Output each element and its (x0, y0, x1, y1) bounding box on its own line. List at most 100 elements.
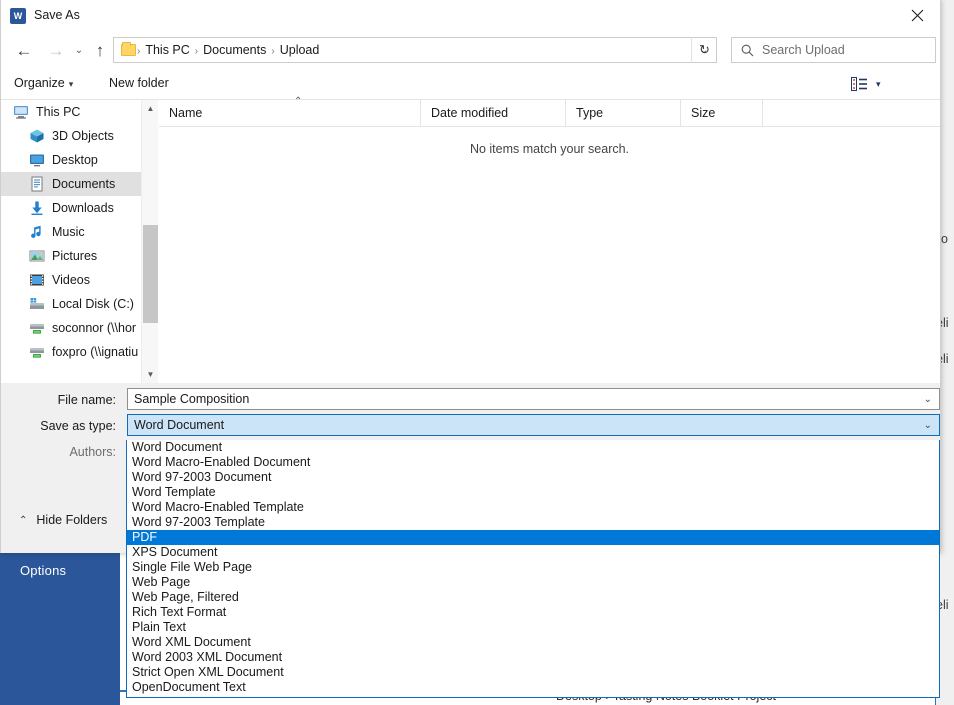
sidebar-item-label: foxpro (\\ignatiu (52, 345, 138, 359)
back-arrow-icon: ← (16, 42, 33, 59)
sidebar-item-label: Music (52, 225, 85, 239)
column-header-name[interactable]: Name ⌃ (159, 100, 421, 126)
navigation-pane-scrollbar[interactable]: ▲ ▼ (141, 100, 158, 383)
3d-objects-icon (29, 128, 45, 144)
organize-label: Organize (14, 76, 65, 90)
chevron-down-icon[interactable]: ⌄ (924, 394, 932, 405)
up-button[interactable]: ↑ (85, 34, 115, 66)
file-name-input[interactable]: Sample Composition ⌄ (127, 388, 940, 410)
sidebar-item-soconnor-hor[interactable]: soconnor (\\hor (1, 316, 141, 340)
view-options-button[interactable]: ▾ (851, 77, 881, 91)
chevron-down-icon: ▾ (69, 79, 74, 89)
sidebar-item-label: soconnor (\\hor (52, 321, 136, 335)
dropdown-option[interactable]: Word Macro-Enabled Document (127, 455, 939, 470)
search-icon (741, 44, 754, 57)
network-drive-icon (29, 344, 45, 360)
sidebar-item-label: Downloads (52, 201, 114, 215)
dropdown-option[interactable]: Word 2003 XML Document (127, 650, 939, 665)
dropdown-option[interactable]: XPS Document (127, 545, 939, 560)
music-icon (29, 224, 45, 240)
sidebar-item-videos[interactable]: Videos (1, 268, 141, 292)
dropdown-option[interactable]: Word Macro-Enabled Template (127, 500, 939, 515)
empty-list-message: No items match your search. (159, 142, 940, 156)
sidebar-item-3d-objects[interactable]: 3D Objects (1, 124, 141, 148)
column-header-date-modified[interactable]: Date modified (421, 100, 566, 126)
word-app-icon: W (10, 8, 26, 24)
forward-arrow-icon: → (48, 42, 65, 59)
dialog-title: Save As (34, 8, 80, 22)
refresh-icon: ↻ (699, 42, 710, 58)
save-as-type-dropdown-list[interactable]: Word DocumentWord Macro-Enabled Document… (126, 440, 940, 698)
downloads-icon (29, 200, 45, 216)
breadcrumb-item[interactable]: This PC (141, 43, 193, 57)
file-list-pane: Name ⌃ Date modified Type Size No items … (159, 100, 940, 383)
breadcrumb-item[interactable]: Documents (199, 43, 270, 57)
sidebar-item-label: This PC (36, 105, 80, 119)
desktop-icon (29, 152, 45, 168)
dropdown-option[interactable]: Word Template (127, 485, 939, 500)
dropdown-option[interactable]: Strict Open XML Document (127, 665, 939, 680)
background-text-fragment: o (941, 232, 948, 246)
dropdown-option[interactable]: Rich Text Format (127, 605, 939, 620)
navigation-pane: This PC 3D Objects Desktop Documents Downloa… (1, 100, 141, 383)
dialog-body: This PC 3D Objects Desktop Documents Downloa… (1, 100, 940, 383)
sidebar-item-downloads[interactable]: Downloads (1, 196, 141, 220)
dropdown-option[interactable]: OpenDocument Text (127, 680, 939, 695)
scroll-up-button[interactable]: ▲ (142, 100, 159, 117)
backstage-options-item[interactable]: Options (20, 563, 66, 578)
dropdown-option[interactable]: Plain Text (127, 620, 939, 635)
sidebar-item-pictures[interactable]: Pictures (1, 244, 141, 268)
sidebar-item-label: Documents (52, 177, 115, 191)
scrollbar-thumb[interactable] (143, 225, 158, 323)
search-placeholder: Search Upload (762, 43, 845, 57)
dropdown-option[interactable]: Word 97-2003 Template (127, 515, 939, 530)
sidebar-item-this-pc[interactable]: This PC (1, 100, 141, 124)
chevron-down-icon[interactable]: ⌄ (924, 420, 932, 431)
sidebar-item-label: Desktop (52, 153, 98, 167)
breadcrumb-item[interactable]: Upload (276, 43, 324, 57)
breadcrumb-separator: › (270, 46, 275, 57)
pictures-icon (29, 248, 45, 264)
navigation-bar: ← → ⌄ ↑ ›This PC›Documents›Upload ⌄ ↻ Se… (1, 32, 940, 70)
breadcrumb: ›This PC›Documents›Upload (136, 43, 323, 57)
close-icon (911, 9, 924, 22)
chevron-up-icon: ⌃ (19, 515, 27, 526)
view-layout-icon (851, 77, 868, 91)
dialog-titlebar: W Save As (1, 0, 940, 32)
up-arrow-icon: ↑ (96, 42, 105, 59)
close-button[interactable] (894, 0, 940, 31)
sidebar-item-music[interactable]: Music (1, 220, 141, 244)
forward-button[interactable]: → (41, 34, 71, 66)
dropdown-option[interactable]: PDF (127, 530, 939, 545)
column-header-row: Name ⌃ Date modified Type Size (159, 100, 940, 127)
column-header-size[interactable]: Size (681, 100, 763, 126)
column-header-type[interactable]: Type (566, 100, 681, 126)
back-button[interactable]: ← (9, 34, 39, 66)
authors-label: Authors: (1, 445, 116, 459)
search-box[interactable]: Search Upload (731, 37, 936, 63)
chevron-down-icon: ⌄ (75, 45, 83, 56)
organize-button[interactable]: Organize ▾ (14, 76, 73, 90)
dropdown-option[interactable]: Web Page, Filtered (127, 590, 939, 605)
address-bar[interactable]: ›This PC›Documents›Upload ⌄ (113, 37, 717, 63)
sidebar-item-documents[interactable]: Documents (1, 172, 141, 196)
dropdown-option[interactable]: Word 97-2003 Document (127, 470, 939, 485)
file-name-label: File name: (1, 393, 116, 407)
chevron-down-icon: ▾ (876, 79, 881, 90)
column-label: Name (169, 106, 202, 120)
dialog-toolbar: Organize ▾ New folder ▾ (1, 70, 940, 100)
dropdown-option[interactable]: Word XML Document (127, 635, 939, 650)
new-folder-button[interactable]: New folder (109, 76, 169, 90)
sidebar-item-foxpro-ignatiu[interactable]: foxpro (\\ignatiu (1, 340, 141, 364)
dropdown-option[interactable]: Single File Web Page (127, 560, 939, 575)
dropdown-option[interactable]: Web Page (127, 575, 939, 590)
refresh-button[interactable]: ↻ (691, 37, 717, 63)
this-pc-icon (13, 104, 29, 120)
sidebar-item-desktop[interactable]: Desktop (1, 148, 141, 172)
sidebar-item-local-disk-c[interactable]: Local Disk (C:) (1, 292, 141, 316)
scroll-down-button[interactable]: ▼ (142, 366, 159, 383)
dropdown-option[interactable]: Word Document (127, 440, 939, 455)
save-as-type-combobox[interactable]: Word Document ⌄ (127, 414, 940, 436)
videos-icon (29, 272, 45, 288)
hide-folders-button[interactable]: ⌃ Hide Folders (19, 513, 107, 527)
